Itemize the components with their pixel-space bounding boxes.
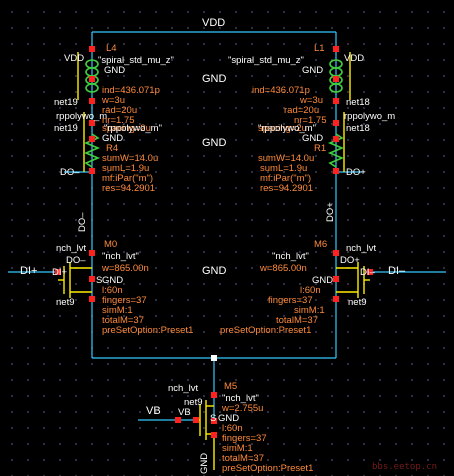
l4-name: L4 [106, 43, 117, 54]
m0-net9-label: net9 [56, 297, 75, 308]
m6-cell: "nch_lvt" [272, 251, 309, 262]
vdd-left-label: VDD [64, 53, 85, 64]
m6-drain-label: DO+ [340, 255, 360, 266]
r4-model-label: rppolywo_m [56, 111, 108, 122]
l1-cell: "spiral_std_mu_z" [228, 55, 304, 66]
watermark: bbs.eetop.cn [372, 462, 438, 472]
schematic-canvas[interactable]: VDD VDD VDD GND GND GND net19 net19 net1… [0, 0, 454, 476]
m5-gnd-vertical-label: GND [199, 452, 210, 474]
m6-net9-label: net9 [348, 297, 367, 308]
net18-label-2: net18 [346, 123, 370, 134]
do-plus-label: DO+ [346, 167, 366, 178]
net19-label-2: net19 [54, 123, 78, 134]
m0-preset: preSetOption:Preset1 [102, 325, 194, 336]
l4-gnd-label: GND [104, 65, 126, 76]
l1-gnd-label: GND [302, 65, 324, 76]
net19-label: net19 [54, 97, 78, 108]
gnd-resistor-label: GND [202, 137, 227, 149]
m0-w: w=865.00n [102, 263, 149, 274]
di-minus-label: DI– [388, 265, 406, 277]
wires [8, 31, 446, 421]
do-minus-vertical-label: DO– [77, 212, 88, 232]
vdd-right-label: VDD [344, 53, 365, 64]
r4-res: res=94.2901 [102, 183, 156, 194]
m6-preset: preSetOption:Preset1 [220, 325, 312, 336]
m0-name: M0 [104, 239, 118, 250]
vb-label: VB [146, 405, 161, 417]
m6-w: w=865.00n [260, 263, 307, 274]
net18-label: net18 [346, 97, 370, 108]
gnd-inductor-label: GND [202, 73, 227, 85]
l1-name: L1 [314, 43, 325, 54]
r1-name: R1 [314, 143, 327, 154]
gnd-transistor-label: GND [202, 265, 227, 277]
m5-name: M5 [224, 381, 238, 392]
m5-s-label: S [210, 413, 217, 424]
m6-name: M6 [314, 239, 328, 250]
di-plus-pin-label: DI+ [52, 267, 68, 278]
m5-model-label: nch_lvt [168, 383, 199, 394]
m0-cell: "nch_lvt" [102, 251, 139, 262]
m0-drain-label: DO– [66, 255, 86, 266]
vb-pin-label: VB [178, 407, 191, 418]
m5-w: w=2.755u [222, 403, 264, 414]
do-minus-label: DO– [60, 167, 80, 178]
r1-model-label: rppolywo_m [344, 111, 396, 122]
m5-preset: preSetOption:Preset1 [222, 463, 314, 474]
m6-model-label: nch_lvt [346, 243, 377, 254]
do-plus-vertical-label: DO+ [325, 202, 336, 222]
junction-dot [211, 355, 217, 361]
di-minus-pin-label: DI– [360, 267, 375, 278]
r1-res: res=94.2901 [260, 183, 314, 194]
m0-model-label: nch_lvt [56, 243, 87, 254]
di-plus-label: DI+ [20, 265, 38, 277]
vdd-top-label: VDD [202, 17, 226, 29]
